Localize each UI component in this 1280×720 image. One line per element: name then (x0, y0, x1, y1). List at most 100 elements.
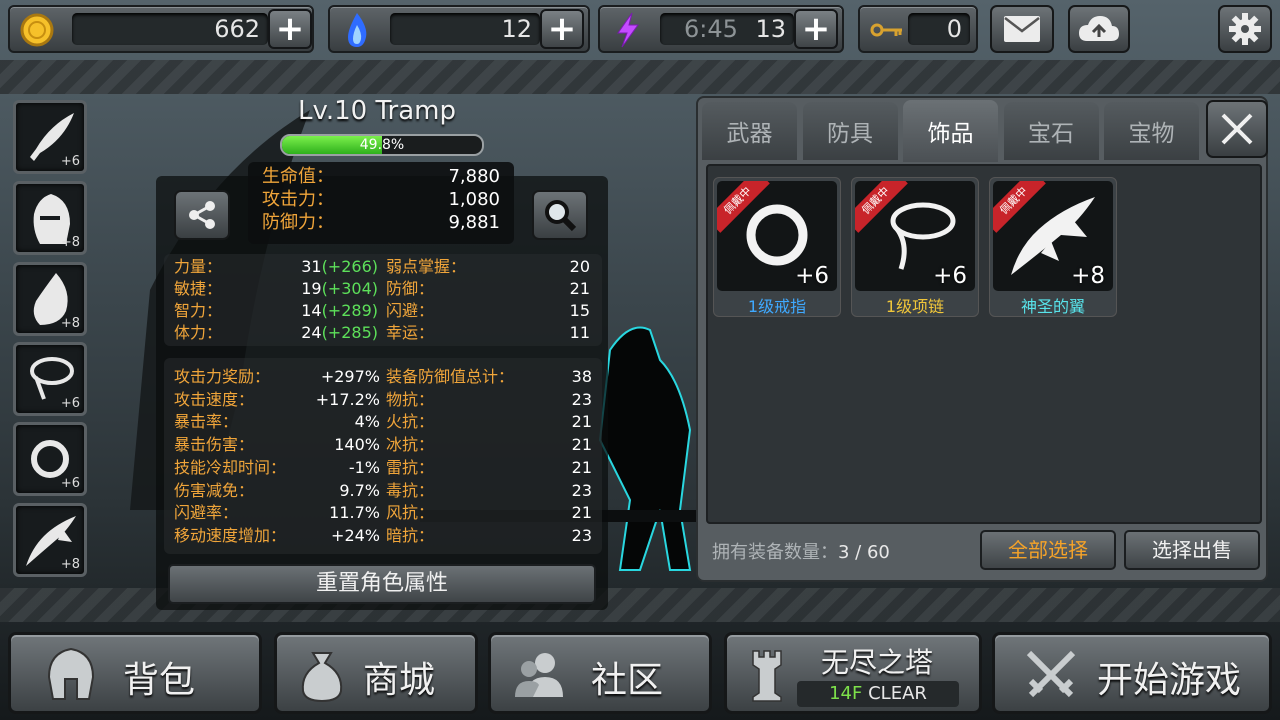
attribute-label: 智力： (174, 301, 223, 320)
sell-selected-button[interactable]: 选择出售 (1124, 530, 1260, 570)
tower-label: 无尽之塔 (821, 646, 934, 679)
stat-label: 暴击伤害： (174, 435, 255, 455)
item-wings-image: 佩戴中 +8 (993, 181, 1113, 291)
bag-label: 背包 (123, 660, 196, 701)
add-gold-button[interactable]: + (268, 9, 312, 49)
reset-attributes-button[interactable]: 重置角色属性 (168, 564, 596, 604)
stat-label: 攻击速度： (174, 389, 255, 409)
slot-helmet-level: +8 (60, 235, 80, 250)
attribute-label: 敏捷： (174, 279, 223, 298)
mail-icon (1004, 16, 1040, 42)
settings-button[interactable] (1218, 5, 1272, 53)
cloud-upload-icon (1079, 16, 1119, 41)
attribute-bonus: (+289) (321, 301, 378, 320)
stat-value: 38 (571, 367, 592, 386)
crossed-swords-icon (1026, 650, 1076, 698)
gear-icon (1229, 13, 1261, 45)
stat-value: 4% (354, 412, 380, 432)
attribute-label: 幸运： (386, 323, 435, 342)
item-ring[interactable]: 佩戴中 +6 1级戒指 (713, 177, 841, 317)
stat-value: 11.7% (329, 503, 380, 523)
stat-value: 21 (571, 503, 592, 523)
stat-row: 伤害减免： 9.7% (174, 480, 380, 502)
soul-value: 12 (390, 13, 540, 45)
attribute-base: 19 (301, 279, 322, 298)
slot-armor[interactable]: +8 (13, 262, 87, 336)
slot-weapon-level: +6 (60, 154, 80, 169)
stat-row: 暗抗： 23 (386, 525, 592, 547)
stat-row: 暴击率： 4% (174, 411, 380, 433)
slot-wings[interactable]: +8 (13, 503, 87, 577)
mail-button[interactable] (990, 5, 1054, 53)
add-energy-button[interactable]: + (794, 9, 838, 49)
tab-1[interactable]: 防具 (802, 102, 898, 160)
equipment-count-value: 3 / 60 (838, 542, 890, 563)
item-name: 神圣的翼 (1020, 297, 1085, 316)
stat-value: +297% (320, 367, 380, 386)
bag-button[interactable]: 背包 (8, 632, 262, 714)
attribute-row: 弱点掌握： 20 (386, 256, 590, 278)
attribute-value: 19(+304) (301, 278, 378, 300)
gold-value: 662 (72, 13, 268, 45)
gold-coin-icon (20, 13, 54, 47)
stat-value: +17.2% (315, 389, 380, 409)
tab-2[interactable]: 饰品 (903, 100, 998, 162)
stat-value: 21 (571, 435, 592, 455)
endless-tower-button[interactable]: 无尽之塔 14F CLEAR (724, 632, 982, 714)
shop-button[interactable]: 商城 (274, 632, 478, 714)
slot-necklace-level: +6 (60, 396, 80, 411)
slot-weapon[interactable]: +6 (13, 100, 87, 174)
slot-ring-level: +6 (60, 476, 80, 491)
item-name: 1级项链 (885, 297, 945, 316)
item-ring-image: 佩戴中 +6 (717, 181, 837, 291)
stat-label: 伤害减免： (174, 480, 255, 500)
select-all-button[interactable]: 全部选择 (980, 530, 1116, 570)
community-button[interactable]: 社区 (488, 632, 712, 714)
item-necklace[interactable]: 佩戴中 +6 1级项链 (851, 177, 979, 317)
stat-value: 21 (571, 457, 592, 477)
stat-row: 风抗： 21 (386, 502, 592, 524)
stat-label: 暗抗： (386, 525, 435, 545)
summary-label: 攻击力： (262, 189, 334, 210)
attribute-row: 敏捷： 19(+304) (174, 278, 378, 300)
slot-necklace[interactable]: +6 (13, 342, 87, 416)
stat-value: 23 (571, 389, 592, 409)
inspect-button[interactable] (532, 190, 588, 240)
share-icon (189, 201, 215, 229)
summary-value: 9,881 (448, 212, 500, 233)
item-wings[interactable]: 佩戴中 +8 神圣的翼 (989, 177, 1117, 317)
equipped-ribbon-wrap: 佩戴中 (993, 181, 1053, 241)
stat-value: 140% (334, 435, 380, 455)
tab-0[interactable]: 武器 (702, 102, 797, 160)
slot-ring[interactable]: +6 (13, 422, 87, 496)
character-name: Lv.10 Tramp (298, 96, 456, 126)
stat-label: 毒抗： (386, 480, 435, 500)
attribute-value: 31(+266) (301, 256, 378, 278)
cloud-save-button[interactable] (1068, 5, 1130, 53)
share-button[interactable] (174, 190, 230, 240)
slot-wings-level: +8 (60, 557, 80, 572)
add-soul-button[interactable]: + (540, 9, 584, 49)
tab-3[interactable]: 宝石 (1003, 102, 1099, 160)
stat-row: 装备防御值总计： 38 (386, 366, 592, 388)
tower-icon (752, 650, 782, 702)
attribute-row: 体力： 24(+285) (174, 322, 378, 344)
key-value: 0 (908, 13, 970, 45)
summary-row: 防御力： 9,881 (262, 212, 500, 234)
stat-label: 装备防御值总计： (386, 367, 515, 386)
attribute-row: 幸运： 11 (386, 322, 590, 344)
attribute-value: 14(+289) (301, 300, 378, 322)
stat-row: 冰抗： 21 (386, 434, 592, 456)
slot-helmet[interactable]: +8 (13, 181, 87, 255)
start-game-button[interactable]: 开始游戏 (992, 632, 1272, 714)
stat-label: 冰抗： (386, 435, 435, 455)
item-necklace-image: 佩戴中 +6 (855, 181, 975, 291)
close-button[interactable] (1206, 100, 1268, 158)
energy-timer: 6:45 (684, 15, 738, 43)
community-label: 社区 (591, 660, 664, 701)
summary-row: 攻击力： 1,080 (262, 189, 500, 211)
close-icon (1221, 113, 1253, 145)
tab-4[interactable]: 宝物 (1104, 102, 1199, 160)
people-icon (515, 653, 563, 697)
stat-value: 21 (571, 412, 592, 432)
